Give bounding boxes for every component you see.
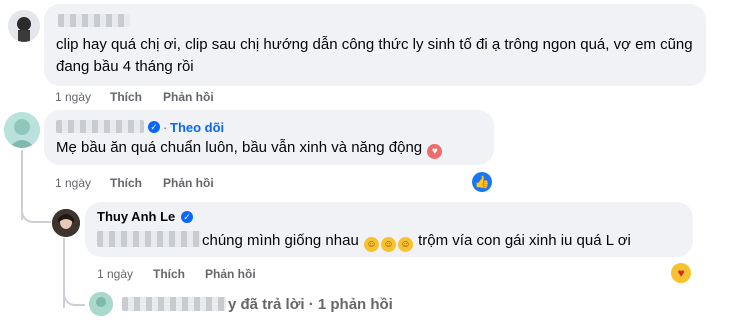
avatar-image bbox=[8, 10, 40, 42]
verified-badge-icon: ✓ bbox=[181, 211, 193, 223]
avatar-image bbox=[52, 209, 80, 237]
verified-badge-icon: ✓ bbox=[148, 121, 160, 133]
like-button[interactable]: Thích bbox=[153, 267, 185, 281]
thread-connector bbox=[21, 195, 51, 223]
blurred-author-name[interactable] bbox=[56, 120, 144, 133]
comment-text-after: trộm vía con gái xinh iu quá L ơi bbox=[418, 232, 631, 249]
avatar[interactable] bbox=[52, 209, 80, 237]
comment-time[interactable]: 1 ngày bbox=[55, 90, 91, 104]
avatar[interactable] bbox=[89, 292, 113, 316]
like-reaction-icon[interactable]: 👍 bbox=[472, 172, 492, 192]
blurred-author-name[interactable] bbox=[58, 14, 130, 27]
avatar-image bbox=[4, 112, 40, 148]
reply-button[interactable]: Phản hồi bbox=[205, 267, 256, 281]
grinning-face-emoji-icon: ☺ bbox=[363, 237, 379, 252]
comment-text: Mẹ bầu ăn quá chuẩn luôn, bầu vẫn xinh v… bbox=[56, 137, 443, 159]
reply-button[interactable]: Phản hồi bbox=[163, 90, 214, 104]
view-more-replies-link[interactable]: y đã trả lời · 1 phản hồi bbox=[228, 296, 393, 313]
avatar[interactable] bbox=[8, 10, 40, 42]
smiling-hearts-emoji-icon: ♥ bbox=[427, 144, 443, 159]
comment-text: clip hay quá chị ơi, clip sau chị hướng … bbox=[56, 36, 693, 75]
grinning-face-emoji-icon: ☺ bbox=[380, 237, 396, 252]
blurred-mention[interactable] bbox=[97, 231, 201, 247]
blurred-author-name bbox=[122, 297, 226, 311]
author-name[interactable]: Thuy Anh Le bbox=[97, 209, 175, 224]
comment-text-before: chúng mình giống nhau bbox=[202, 232, 359, 249]
grinning-face-emoji-icon: ☺ bbox=[397, 237, 413, 252]
avatar[interactable] bbox=[4, 112, 40, 148]
care-reaction-icon[interactable]: ♥ bbox=[671, 263, 691, 283]
comment-text: chúng mình giống nhau ☺ ☺ ☺ trộm vía con g… bbox=[202, 230, 631, 252]
follow-button[interactable]: Theo dõi bbox=[170, 120, 224, 135]
reply-button[interactable]: Phản hồi bbox=[163, 176, 214, 190]
comment-time[interactable]: 1 ngày bbox=[97, 267, 133, 281]
thread-connector bbox=[63, 280, 85, 306]
comment-text-content: Mẹ bầu ăn quá chuẩn luôn, bầu vẫn xinh v… bbox=[56, 139, 423, 156]
comment-time[interactable]: 1 ngày bbox=[55, 176, 91, 190]
like-button[interactable]: Thích bbox=[110, 176, 142, 190]
like-button[interactable]: Thích bbox=[110, 90, 142, 104]
avatar-image bbox=[89, 292, 113, 316]
separator-dot: · bbox=[163, 120, 168, 135]
